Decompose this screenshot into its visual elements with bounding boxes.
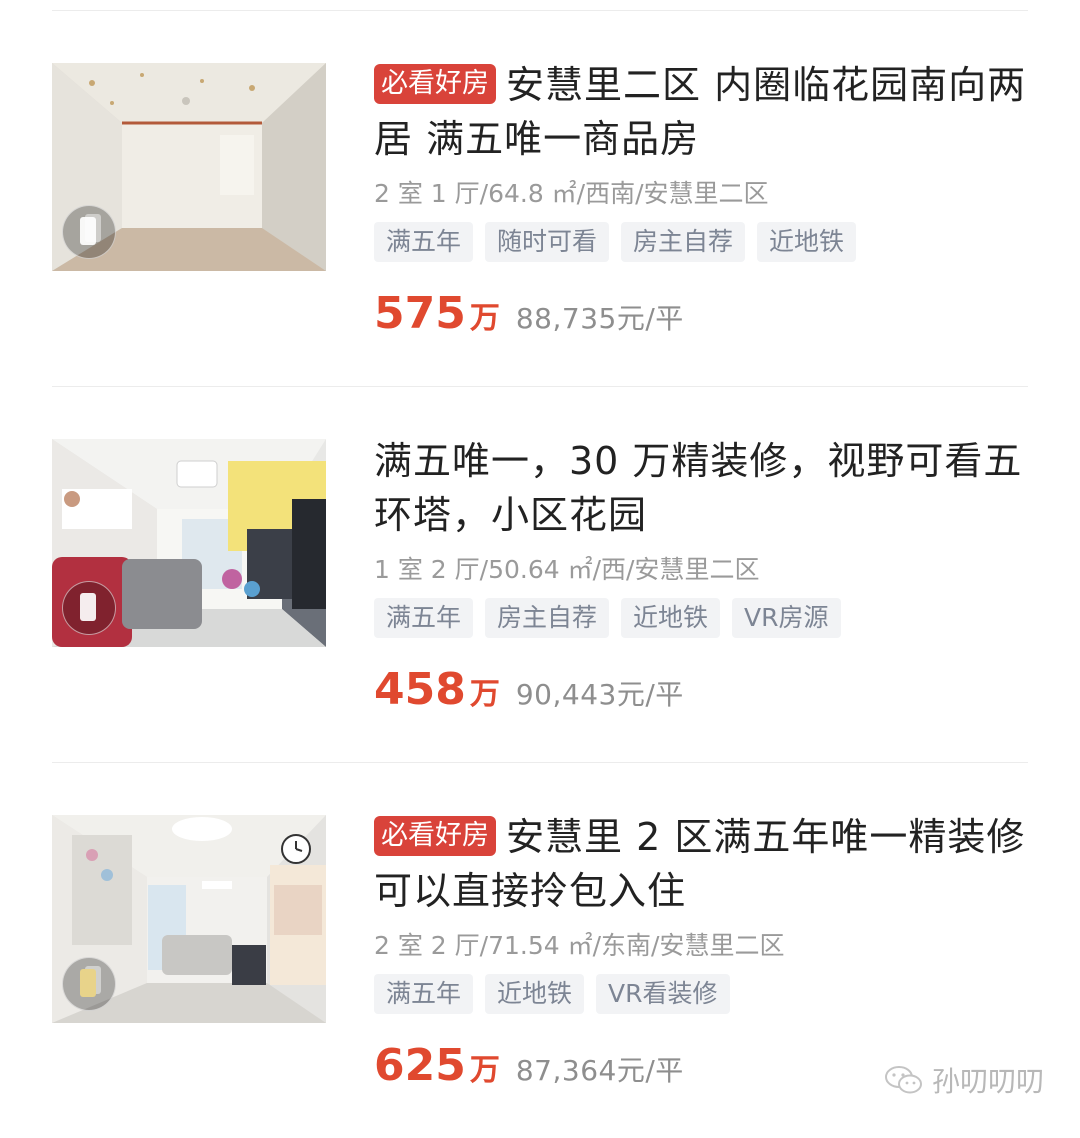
vr-icon [62,957,116,1011]
vr-icon [62,205,116,259]
listing-title[interactable]: 满五唯一，30 万精装修，视野可看五环塔，小区花园 [374,434,1040,542]
price-unit: 万 [469,1053,500,1088]
feature-tag: 满五年 [374,222,474,262]
watermark: 孙叨叨叨 [884,1060,1044,1100]
feature-tag: 近地铁 [485,974,585,1014]
feature-tag: 房主自荐 [621,222,746,262]
feature-tag: VR看装修 [596,974,730,1014]
listing-meta: 2 室 1 厅/64.8 ㎡/西南/安慧里二区 [374,179,769,208]
listing-title[interactable]: 必看好房 安慧里二区 内圈临花园南向两居 满五唯一商品房 [374,58,1040,166]
feature-tags: 满五年 随时可看 房主自荐 近地铁 [374,222,1040,262]
total-price: 458 [374,664,466,715]
watermark-text: 孙叨叨叨 [931,1065,1044,1098]
feature-tag: VR房源 [732,598,841,638]
listing-card-1[interactable]: 必看好房 安慧里二区 内圈临花园南向两居 满五唯一商品房 2 室 1 厅/64.8… [0,10,1080,386]
feature-tags: 满五年 房主自荐 近地铁 VR房源 [374,598,1040,638]
feature-tag: 满五年 [374,974,474,1014]
price-unit: 万 [469,677,500,712]
price-unit: 万 [469,301,500,336]
listing-meta: 2 室 2 厅/71.54 ㎡/东南/安慧里二区 [374,931,785,960]
vr-icon [62,581,116,635]
unit-price: 90,443元/平 [515,678,684,711]
total-price: 625 [374,1040,466,1091]
listing-card-2[interactable]: 满五唯一，30 万精装修，视野可看五环塔，小区花园 1 室 2 厅/50.64 … [0,386,1080,762]
must-see-badge: 必看好房 [374,816,496,856]
listing-photo[interactable] [52,63,326,271]
unit-price: 87,364元/平 [515,1054,684,1087]
feature-tag: 随时可看 [485,222,610,262]
listing-title[interactable]: 必看好房 安慧里 2 区满五年唯一精装修可以直接拎包入住 [374,810,1040,918]
price-row: 575 万 88,735元/平 [374,288,1040,348]
feature-tag: 满五年 [374,598,474,638]
listing-photo[interactable] [52,439,326,647]
feature-tag: 房主自荐 [485,598,610,638]
listing-photo[interactable] [52,815,326,1023]
total-price: 575 [374,288,466,339]
feature-tag: 近地铁 [621,598,721,638]
wechat-icon [884,1066,922,1094]
feature-tag: 近地铁 [757,222,857,262]
unit-price: 88,735元/平 [515,302,684,335]
feature-tags: 满五年 近地铁 VR看装修 [374,974,1040,1014]
must-see-badge: 必看好房 [374,64,496,104]
listing-meta: 1 室 2 厅/50.64 ㎡/西/安慧里二区 [374,555,760,584]
price-row: 458 万 90,443元/平 [374,664,1040,724]
